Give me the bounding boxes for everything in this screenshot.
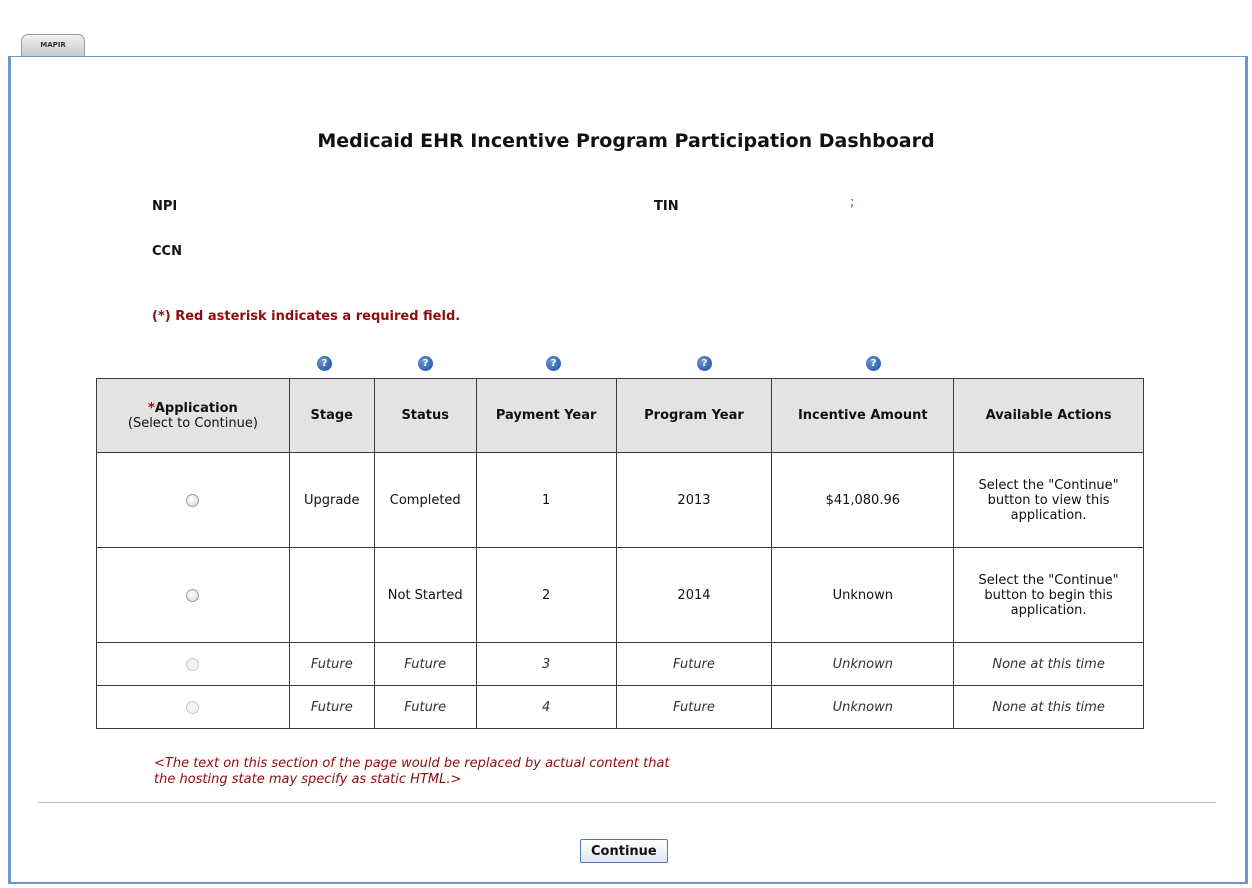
required-field-note: (*) Red asterisk indicates a required fi…: [152, 309, 461, 324]
application-radio-2[interactable]: [186, 588, 200, 602]
header-status: Status: [373, 378, 477, 453]
continue-button[interactable]: Continue: [580, 839, 668, 863]
program-year-cell: 2014: [615, 547, 773, 643]
npi-label: NPI: [152, 199, 178, 214]
payment-year-cell: 4: [475, 685, 617, 729]
header-payment-year: Payment Year: [475, 378, 617, 453]
incentive-amount-cell: $41,080.96: [771, 452, 955, 548]
application-cell: [96, 685, 290, 729]
status-help-icon[interactable]: ?: [418, 356, 433, 371]
incentive-amount-cell: Unknown: [771, 642, 955, 686]
tin-label: TIN: [654, 199, 679, 214]
status-cell: Future: [373, 685, 477, 729]
divider: [38, 802, 1216, 803]
status-cell: Completed: [373, 452, 477, 548]
header-application-sub: (Select to Continue): [127, 415, 258, 431]
table-row: Not Started 2 2014 Unknown Select the "C…: [96, 547, 1144, 643]
tin-value: ;: [850, 195, 855, 210]
payment-year-cell: 1: [475, 452, 617, 548]
header-application-label: Application: [154, 400, 238, 416]
program-year-cell: Future: [615, 642, 773, 686]
payment-year-cell: 3: [475, 642, 617, 686]
application-cell: [96, 642, 290, 686]
header-stage: Stage: [288, 378, 375, 453]
ccn-label: CCN: [152, 244, 182, 259]
application-cell: [96, 547, 290, 643]
program-year-help-icon[interactable]: ?: [697, 356, 712, 371]
incentive-amount-cell: Unknown: [771, 685, 955, 729]
actions-cell: None at this time: [953, 685, 1144, 729]
actions-cell: Select the "Continue" button to view thi…: [953, 452, 1144, 548]
header-program-year: Program Year: [615, 378, 773, 453]
stage-cell: [288, 547, 375, 643]
application-radio-4: [186, 700, 200, 714]
application-radio-1[interactable]: [186, 493, 200, 507]
header-incentive-amount: Incentive Amount: [771, 378, 955, 453]
participation-table: *Application (Select to Continue) Stage …: [96, 378, 1144, 729]
table-row: Future Future 3 Future Unknown None at t…: [96, 642, 1144, 686]
required-asterisk: *: [148, 400, 155, 416]
stage-help-icon[interactable]: ?: [317, 356, 332, 371]
actions-cell: None at this time: [953, 642, 1144, 686]
tab-mapir[interactable]: MAPIR: [21, 34, 85, 56]
page-title: Medicaid EHR Incentive Program Participa…: [317, 130, 935, 152]
stage-cell: Upgrade: [288, 452, 375, 548]
incentive-amount-cell: Unknown: [771, 547, 955, 643]
table-row: Future Future 4 Future Unknown None at t…: [96, 685, 1144, 729]
header-application: *Application (Select to Continue): [96, 378, 290, 453]
program-year-cell: 2013: [615, 452, 773, 548]
table-row: Upgrade Completed 1 2013 $41,080.96 Sele…: [96, 452, 1144, 548]
application-radio-3: [186, 657, 200, 671]
payment-year-cell: 2: [475, 547, 617, 643]
stage-cell: Future: [288, 642, 375, 686]
incentive-amount-help-icon[interactable]: ?: [866, 356, 881, 371]
status-cell: Future: [373, 642, 477, 686]
actions-cell: Select the "Continue" button to begin th…: [953, 547, 1144, 643]
header-available-actions: Available Actions: [953, 378, 1144, 453]
program-year-cell: Future: [615, 685, 773, 729]
static-content-note: <The text on this section of the page wo…: [154, 756, 670, 787]
payment-year-help-icon[interactable]: ?: [546, 356, 561, 371]
status-cell: Not Started: [373, 547, 477, 643]
application-cell: [96, 452, 290, 548]
stage-cell: Future: [288, 685, 375, 729]
